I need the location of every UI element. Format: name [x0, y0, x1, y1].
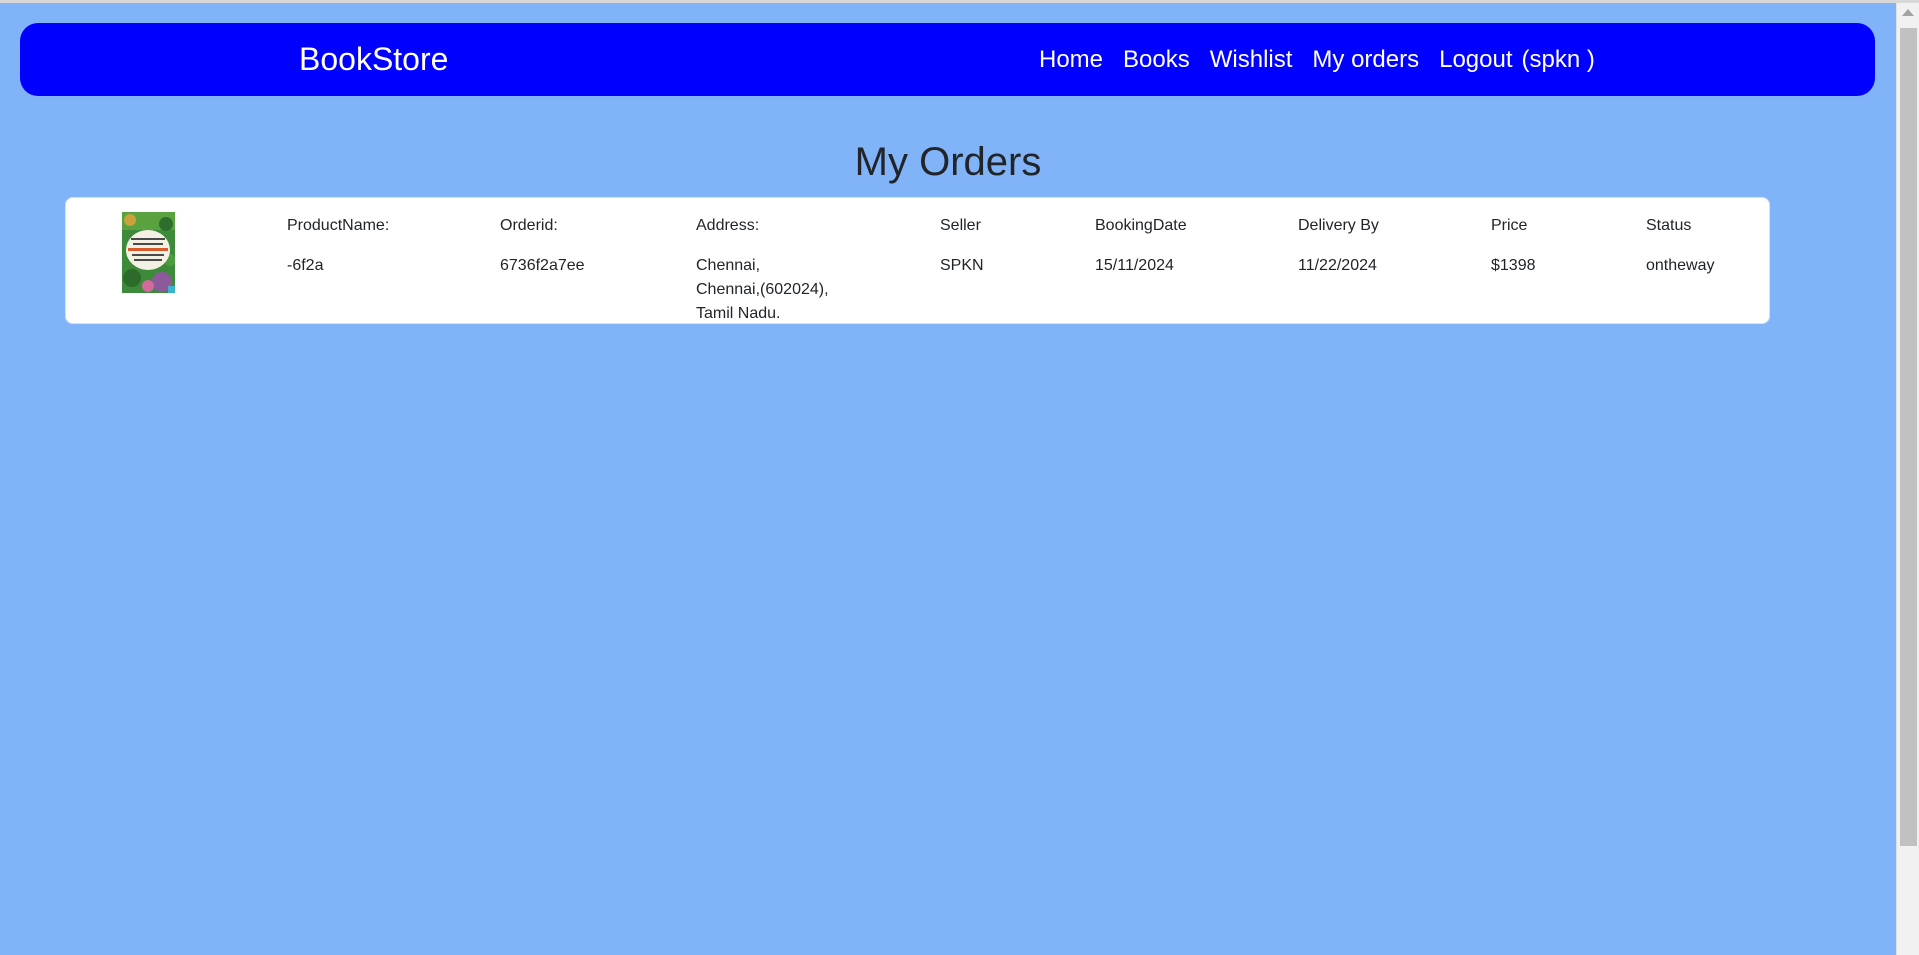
- order-card: ProductName: -6f2a Orderid: 6736f2a7ee A…: [65, 197, 1770, 324]
- delivery-by-value: 11/22/2024: [1298, 257, 1377, 274]
- delivery-by-header: Delivery By: [1298, 217, 1379, 234]
- nav-link-books[interactable]: Books: [1123, 46, 1190, 74]
- address-header: Address:: [696, 217, 760, 234]
- nav-link-logout[interactable]: Logout (spkn ): [1439, 46, 1595, 74]
- vertical-scrollbar[interactable]: [1896, 3, 1919, 955]
- product-name-header: ProductName:: [287, 217, 390, 234]
- orderid-header: Orderid:: [500, 217, 558, 234]
- nav-links: Home Books Wishlist My orders Logout (sp…: [1039, 46, 1595, 74]
- orderid-value: 6736f2a7ee: [500, 257, 585, 274]
- seller-header: Seller: [940, 217, 981, 234]
- logout-label: Logout: [1439, 46, 1513, 73]
- status-value: ontheway: [1646, 257, 1715, 274]
- col-seller: Seller SPKN: [940, 214, 984, 278]
- nav-link-home[interactable]: Home: [1039, 46, 1103, 74]
- page: BookStore Home Books Wishlist My orders …: [0, 3, 1896, 955]
- nav-link-wishlist[interactable]: Wishlist: [1210, 46, 1293, 74]
- seller-value: SPKN: [940, 257, 984, 274]
- nav-link-my-orders[interactable]: My orders: [1312, 46, 1419, 74]
- address-line-3: Tamil Nadu.: [696, 305, 781, 322]
- navbar: BookStore Home Books Wishlist My orders …: [20, 23, 1875, 96]
- col-booking-date: BookingDate 15/11/2024: [1095, 214, 1187, 278]
- book-cover-image: [122, 212, 175, 293]
- price-value: $1398: [1491, 257, 1536, 274]
- col-delivery-by: Delivery By 11/22/2024: [1298, 214, 1379, 278]
- product-name-value: -6f2a: [287, 257, 324, 274]
- current-user-label: (spkn ): [1521, 46, 1595, 73]
- col-price: Price $1398: [1491, 214, 1536, 278]
- brand-logo[interactable]: BookStore: [299, 41, 448, 77]
- scrollbar-thumb[interactable]: [1900, 28, 1917, 846]
- address-line-1: Chennai,: [696, 257, 761, 274]
- col-address: Address: Chennai, Chennai,(602024), Tami…: [696, 214, 856, 326]
- booking-date-value: 15/11/2024: [1095, 257, 1174, 274]
- address-line-2: Chennai,(602024),: [696, 281, 829, 298]
- col-product-name: ProductName: -6f2a: [287, 214, 389, 278]
- booking-date-header: BookingDate: [1095, 217, 1187, 234]
- page-title: My Orders: [854, 140, 1042, 184]
- status-header: Status: [1646, 217, 1692, 234]
- scroll-up-arrow-icon[interactable]: [1902, 9, 1914, 16]
- col-orderid: Orderid: 6736f2a7ee: [500, 214, 585, 278]
- col-status: Status ontheway: [1646, 214, 1715, 278]
- price-header: Price: [1491, 217, 1528, 234]
- address-value: Chennai, Chennai,(602024), Tamil Nadu.: [696, 254, 856, 326]
